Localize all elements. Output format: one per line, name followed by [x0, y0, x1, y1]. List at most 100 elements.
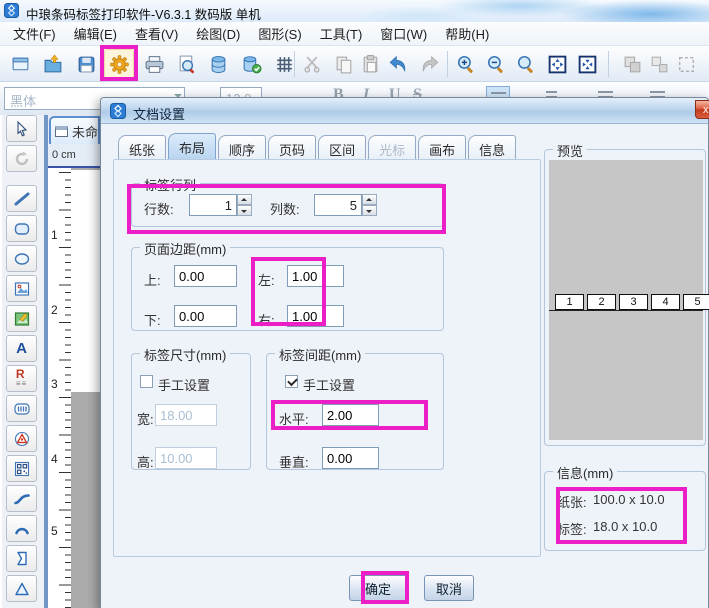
toolbar-separator	[447, 51, 448, 77]
ungroup-icon	[649, 54, 670, 75]
rounded-rect-tool-button[interactable]	[6, 215, 37, 242]
tab-page-number[interactable]: 页码	[268, 135, 316, 160]
ungroup-button[interactable]	[644, 49, 674, 79]
menu-edit[interactable]: 编辑(E)	[65, 21, 126, 46]
line-tool-button[interactable]	[6, 185, 37, 212]
dialog-title: 文档设置	[133, 104, 185, 123]
margin-right-input[interactable]: 1.00	[287, 305, 344, 327]
ellipse-icon	[13, 250, 31, 268]
margin-bottom-input[interactable]: 0.00	[174, 305, 237, 327]
gap-vertical-input[interactable]: 0.00	[322, 447, 379, 469]
open-folder-icon	[43, 54, 64, 75]
database-connect-button[interactable]	[236, 49, 266, 79]
new-document-button[interactable]	[5, 49, 35, 79]
group-button[interactable]	[617, 49, 647, 79]
margin-right-label: 右:	[258, 310, 275, 329]
text-tool-button[interactable]: A	[6, 335, 37, 362]
print-button[interactable]	[139, 49, 169, 79]
rows-value[interactable]: 1	[189, 194, 237, 216]
menu-file[interactable]: 文件(F)	[4, 21, 65, 46]
margin-left-input[interactable]: 1.00	[287, 265, 344, 287]
logo-tool-button[interactable]	[6, 425, 37, 452]
fit-page-button[interactable]	[542, 49, 572, 79]
margin-left-label: 左:	[258, 270, 275, 289]
menu-help[interactable]: 帮助(H)	[436, 21, 498, 46]
database-button[interactable]	[203, 49, 233, 79]
rounded-rect-icon	[13, 220, 31, 238]
undo-arrow-icon	[387, 54, 408, 75]
menu-tools[interactable]: 工具(T)	[311, 21, 372, 46]
polygon-tool-button[interactable]	[6, 545, 37, 572]
document-tab[interactable]: 未命	[49, 116, 100, 144]
spinner-up-button[interactable]	[237, 194, 252, 205]
spinner-up-button[interactable]	[362, 194, 377, 205]
dialog-tabs: 纸张 布局 顺序 页码 区间 光标 画布 信息	[118, 133, 516, 160]
rows-spinner[interactable]: 1	[189, 194, 252, 216]
document-setup-button[interactable]	[104, 49, 134, 79]
document-tab-icon	[55, 126, 68, 137]
zoom-in-button[interactable]	[451, 49, 481, 79]
zoom-out-button[interactable]	[481, 49, 511, 79]
save-icon	[76, 54, 97, 75]
tab-paper[interactable]: 纸张	[118, 135, 166, 160]
select-tool-button[interactable]	[6, 115, 37, 142]
ok-button[interactable]: 确定	[349, 575, 407, 601]
label-gap-manual-checkbox[interactable]	[285, 375, 298, 388]
canvas-area[interactable]	[71, 168, 100, 608]
fit-selection-button[interactable]	[572, 49, 602, 79]
select-frame-button[interactable]	[671, 49, 701, 79]
rotate-tool-button[interactable]	[6, 145, 37, 172]
cut-button[interactable]	[297, 49, 327, 79]
preview-legend: 预览	[553, 141, 587, 160]
text-icon: A	[16, 340, 27, 357]
zoom-button[interactable]	[511, 49, 541, 79]
menu-window[interactable]: 窗口(W)	[371, 21, 436, 46]
menu-view[interactable]: 查看(V)	[126, 21, 187, 46]
barcode-tool-button[interactable]	[6, 395, 37, 422]
tab-info[interactable]: 信息	[468, 135, 516, 160]
label-width-label: 宽:	[137, 409, 154, 428]
menu-shapes[interactable]: 图形(S)	[249, 21, 310, 46]
picture-tool-button[interactable]	[6, 305, 37, 332]
gap-horizontal-input[interactable]: 2.00	[322, 404, 379, 426]
ellipse-tool-button[interactable]	[6, 245, 37, 272]
label-gap-group: 标签间距(mm) 手工设置 水平: 2.00 垂直: 0.00	[266, 353, 444, 470]
polygon-icon	[13, 550, 31, 568]
undo-button[interactable]	[382, 49, 412, 79]
tab-cursor: 光标	[368, 135, 416, 160]
cols-spinner[interactable]: 5	[314, 194, 377, 216]
preview-cell: 2	[587, 294, 616, 310]
tab-canvas[interactable]: 画布	[418, 135, 466, 160]
spinner-down-button[interactable]	[237, 205, 252, 216]
cols-value[interactable]: 5	[314, 194, 362, 216]
arc-tool-button[interactable]	[6, 515, 37, 542]
tab-order[interactable]: 顺序	[218, 135, 266, 160]
tab-range[interactable]: 区间	[318, 135, 366, 160]
tab-layout[interactable]: 布局	[168, 133, 216, 160]
label-size-manual-checkbox[interactable]	[140, 375, 153, 388]
qrcode-tool-button[interactable]	[6, 455, 37, 482]
cursor-arrow-icon	[13, 120, 31, 138]
rich-text-tool-button[interactable]: R≡≡	[6, 365, 37, 392]
cols-label: 列数:	[270, 199, 300, 218]
label-gap-legend: 标签间距(mm)	[275, 345, 365, 364]
open-button[interactable]	[38, 49, 68, 79]
paste-icon	[360, 54, 381, 75]
save-button[interactable]	[71, 49, 101, 79]
printer-icon	[144, 54, 165, 75]
rows-label: 行数:	[144, 199, 174, 218]
dialog-titlebar[interactable]: 文档设置 x	[101, 98, 708, 124]
close-button[interactable]: x	[695, 100, 709, 119]
menu-draw[interactable]: 绘图(D)	[187, 21, 249, 46]
triangle-tool-button[interactable]	[6, 575, 37, 602]
toolbar-separator	[608, 51, 609, 77]
paste-button[interactable]	[355, 49, 385, 79]
redo-button[interactable]	[415, 49, 445, 79]
cancel-button[interactable]: 取消	[424, 575, 474, 601]
print-preview-button[interactable]	[171, 49, 201, 79]
spinner-down-button[interactable]	[362, 205, 377, 216]
curve-tool-button[interactable]	[6, 485, 37, 512]
image-tool-button[interactable]	[6, 275, 37, 302]
preview-cell: 3	[619, 294, 648, 310]
margin-top-input[interactable]: 0.00	[174, 265, 237, 287]
